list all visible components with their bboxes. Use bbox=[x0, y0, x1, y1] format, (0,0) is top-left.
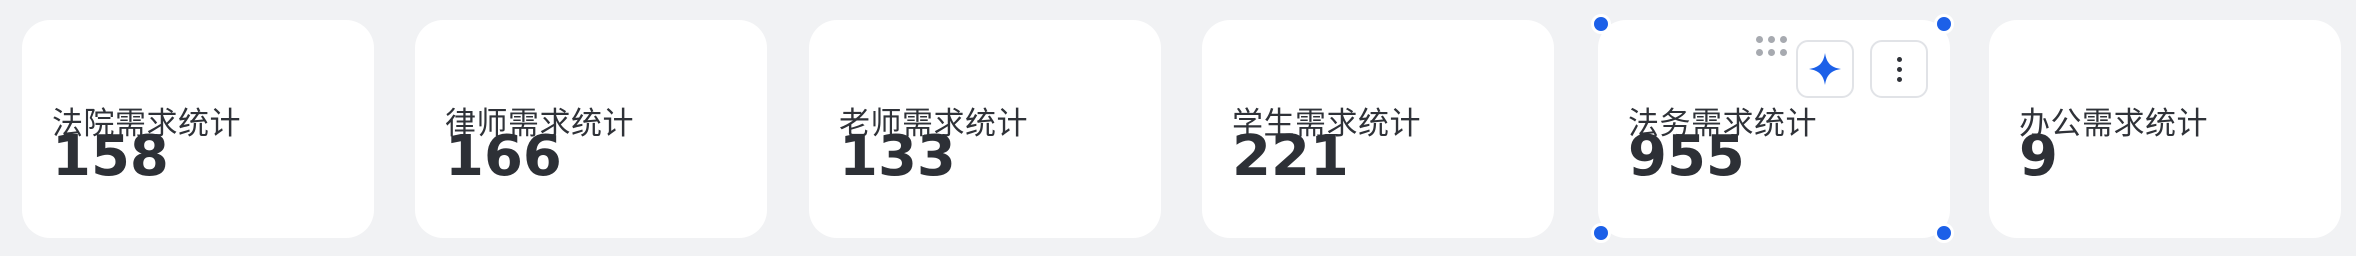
resize-handle-bottom-left[interactable] bbox=[1591, 223, 1611, 243]
resize-handle-top-right[interactable] bbox=[1934, 14, 1954, 34]
resize-handle-top-left[interactable] bbox=[1591, 14, 1611, 34]
stat-card-value: 166 bbox=[445, 124, 562, 189]
stat-card-court[interactable]: 法院需求统计 158 bbox=[22, 20, 374, 238]
stat-card-value: 221 bbox=[1232, 124, 1349, 189]
stat-card-teacher[interactable]: 老师需求统计 133 bbox=[809, 20, 1161, 238]
more-options-button[interactable] bbox=[1870, 40, 1928, 98]
stat-card-value: 133 bbox=[839, 124, 956, 189]
stat-card-row: 法院需求统计 158 律师需求统计 166 老师需求统计 133 学生需求统计 … bbox=[0, 0, 2356, 256]
sparkle-icon bbox=[1809, 53, 1841, 85]
drag-grip-icon[interactable] bbox=[1756, 36, 1790, 58]
stat-card-value: 955 bbox=[1628, 124, 1745, 189]
stat-card-value: 9 bbox=[2019, 124, 2058, 189]
stat-card-value: 158 bbox=[52, 124, 169, 189]
stat-card-lawyer[interactable]: 律师需求统计 166 bbox=[415, 20, 767, 238]
stat-card-student[interactable]: 学生需求统计 221 bbox=[1202, 20, 1554, 238]
ai-assist-button[interactable] bbox=[1796, 40, 1854, 98]
more-vertical-icon bbox=[1896, 56, 1902, 82]
resize-handle-bottom-right[interactable] bbox=[1934, 223, 1954, 243]
stat-card-office[interactable]: 办公需求统计 9 bbox=[1989, 20, 2341, 238]
